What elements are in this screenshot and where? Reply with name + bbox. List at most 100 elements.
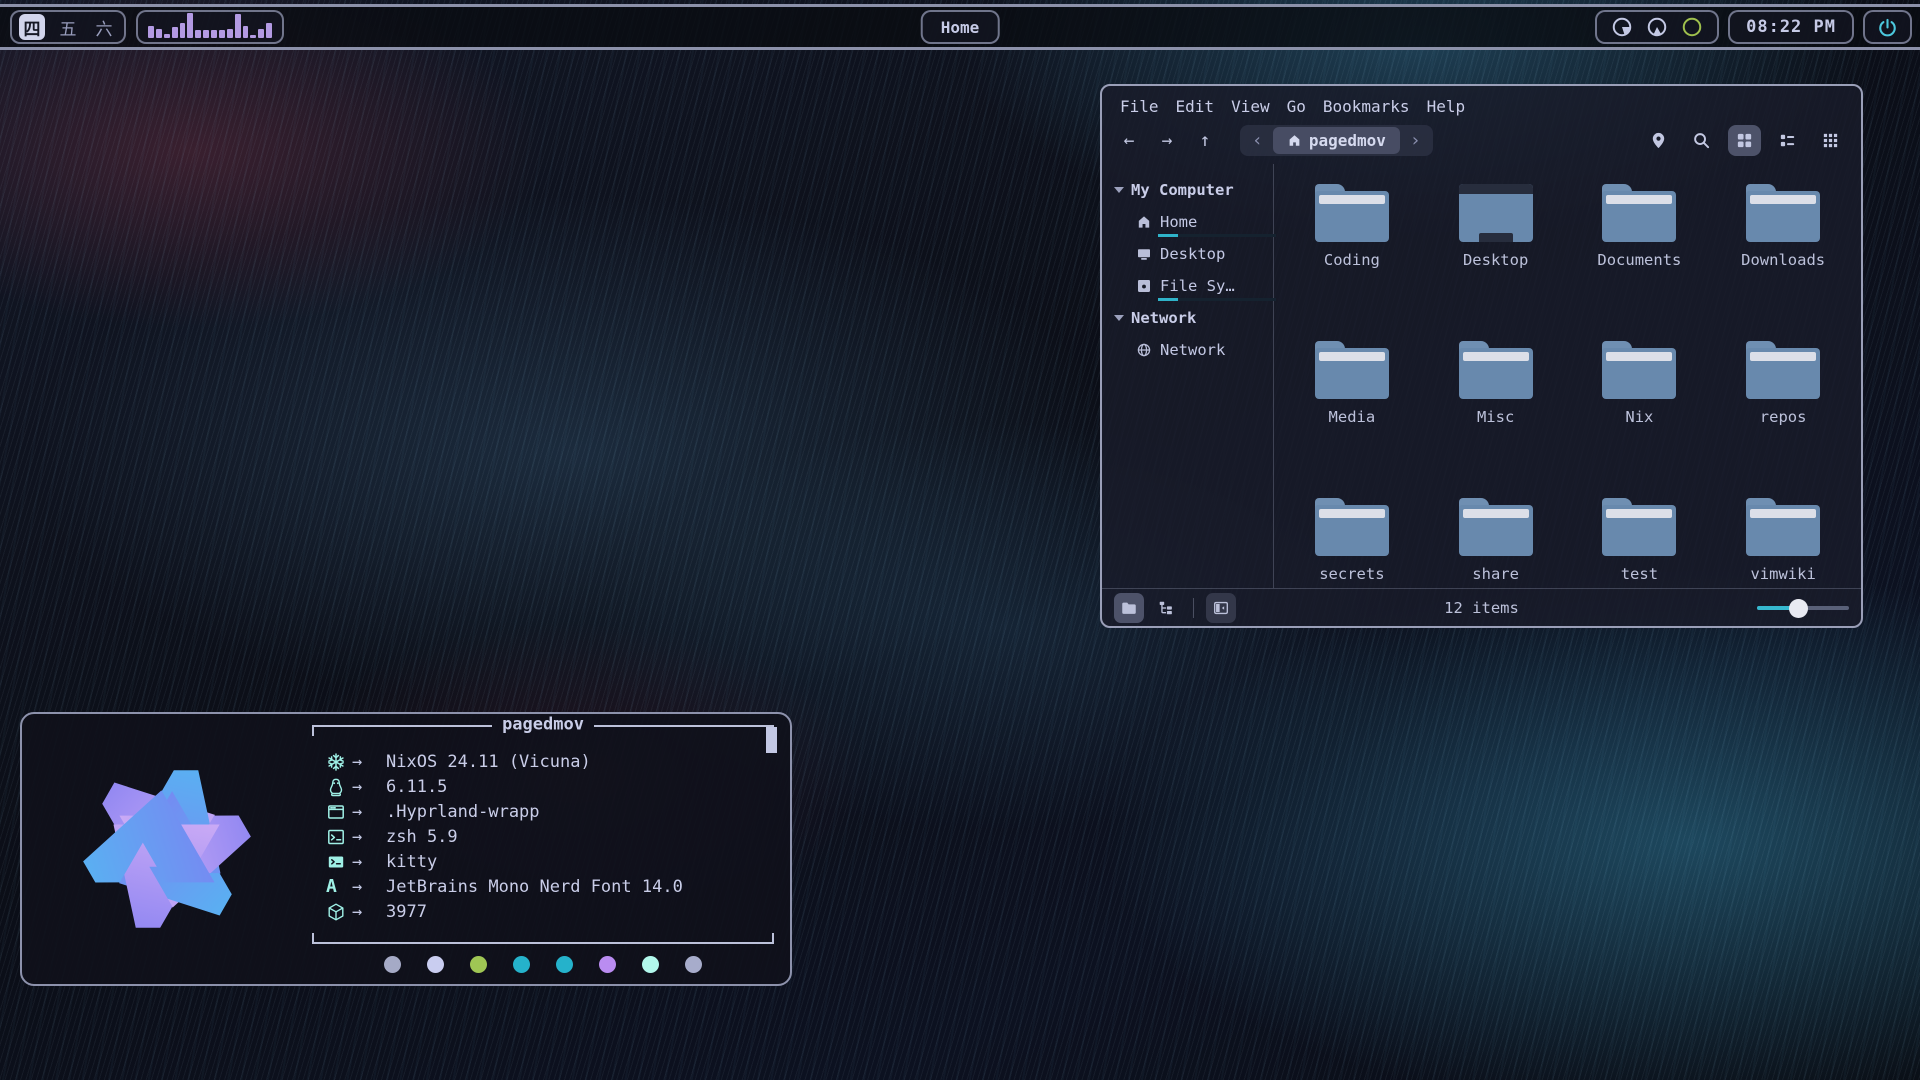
viz-bar xyxy=(148,26,154,38)
sidebar-section-header[interactable]: Network xyxy=(1114,302,1273,334)
menu-help[interactable]: Help xyxy=(1427,97,1466,116)
panel-toggle-icon xyxy=(1212,599,1230,617)
list-view-button[interactable] xyxy=(1771,125,1804,156)
folder-item-share[interactable]: share xyxy=(1424,498,1568,588)
chevron-down-icon xyxy=(1114,315,1124,321)
viz-bar xyxy=(235,14,241,38)
fetch-row: →3977 xyxy=(326,899,760,924)
drive-icon xyxy=(1136,278,1152,294)
arrow-icon: → xyxy=(352,852,386,872)
folder-item-coding[interactable]: Coding xyxy=(1280,184,1424,341)
sidebar-item-label: Network xyxy=(1160,341,1225,359)
places-button[interactable] xyxy=(1642,125,1675,156)
folder-item-media[interactable]: Media xyxy=(1280,341,1424,498)
folder-item-misc[interactable]: Misc xyxy=(1424,341,1568,498)
folder-item-documents[interactable]: Documents xyxy=(1568,184,1712,341)
disk-usage-bar xyxy=(1158,298,1276,301)
path-scroll-right-icon[interactable]: › xyxy=(1402,130,1429,151)
terminal-color-palette xyxy=(312,956,774,973)
folder-label: Media xyxy=(1329,408,1376,426)
sidebar-item-desktop[interactable]: Desktop xyxy=(1136,238,1273,270)
menu-edit[interactable]: Edit xyxy=(1176,97,1215,116)
viz-bar xyxy=(211,30,217,38)
folder-item-test[interactable]: test xyxy=(1568,498,1712,588)
active-window-label: Home xyxy=(941,18,980,37)
forward-button[interactable]: → xyxy=(1154,130,1180,151)
globe-icon xyxy=(1136,342,1152,358)
show-tree-button[interactable] xyxy=(1151,593,1181,623)
nixos-logo xyxy=(48,730,286,968)
path-tab-home[interactable]: pagedmov xyxy=(1273,127,1400,154)
sidebar-item-network[interactable]: Network xyxy=(1136,334,1273,366)
icon-view-button[interactable] xyxy=(1728,125,1761,156)
sidebar-item-filesy[interactable]: File Sy… xyxy=(1136,270,1273,302)
power-icon xyxy=(1877,17,1898,38)
fetch-value: NixOS 24.11 (Vicuna) xyxy=(386,752,591,772)
palette-dot xyxy=(384,956,401,973)
fetch-value: .Hyprland-wrapp xyxy=(386,802,540,822)
chevron-down-icon xyxy=(1114,187,1124,193)
power-button[interactable] xyxy=(1863,10,1912,44)
folder-label: Documents xyxy=(1597,251,1681,269)
memory-usage-circle-icon xyxy=(1646,16,1668,38)
arrow-icon: → xyxy=(352,827,386,847)
path-bar: ‹ pagedmov › xyxy=(1240,125,1433,156)
viz-bar xyxy=(250,35,256,38)
sidebar-item-label: Home xyxy=(1160,213,1197,231)
slider-thumb[interactable] xyxy=(1789,599,1808,618)
fetch-rows: →NixOS 24.11 (Vicuna)→6.11.5→.Hyprland-w… xyxy=(312,742,774,933)
system-monitor-widget[interactable] xyxy=(1595,10,1719,44)
folder-icon xyxy=(1602,341,1676,399)
folder-icon xyxy=(1459,341,1533,399)
compact-view-button[interactable] xyxy=(1814,125,1847,156)
fetch-box-bottom xyxy=(312,933,774,944)
sidebar-item-home[interactable]: Home xyxy=(1136,206,1273,238)
sidebar-section-label: My Computer xyxy=(1131,181,1234,199)
folder-grid: CodingDesktop Documents Downloads Media Misc… xyxy=(1274,164,1861,588)
sidebar: My ComputerHomeDesktopFile Sy…NetworkNet… xyxy=(1102,164,1274,588)
terminal-window: pagedmov →NixOS 24.11 (Vicuna)→6.11.5→.H… xyxy=(20,712,792,986)
path-label: pagedmov xyxy=(1309,131,1386,150)
folder-icon xyxy=(1315,341,1389,399)
palette-dot xyxy=(513,956,530,973)
workspace-button[interactable]: 四 xyxy=(19,14,45,40)
folder-item-downloads[interactable]: Downloads xyxy=(1711,184,1855,341)
folder-item-vimwiki[interactable]: vimwiki xyxy=(1711,498,1855,588)
topbar-center-group: Home xyxy=(921,10,1000,44)
zoom-slider[interactable] xyxy=(1757,599,1849,617)
path-scroll-left-icon[interactable]: ‹ xyxy=(1244,130,1271,151)
back-button[interactable]: ← xyxy=(1116,130,1142,151)
menu-bar: File Edit View Go Bookmarks Help xyxy=(1102,86,1861,120)
fetch-value: 3977 xyxy=(386,902,427,922)
menu-go[interactable]: Go xyxy=(1287,97,1306,116)
workspace-button[interactable]: 五 xyxy=(55,14,81,40)
folder-item-desktop[interactable]: Desktop xyxy=(1424,184,1568,341)
folder-item-nix[interactable]: Nix xyxy=(1568,341,1712,498)
folder-item-secrets[interactable]: secrets xyxy=(1280,498,1424,588)
top-bar: 四五六 Home 08:22 PM xyxy=(0,4,1920,50)
workspace-button[interactable]: 六 xyxy=(91,14,117,40)
folder-item-repos[interactable]: repos xyxy=(1711,341,1855,498)
clock-widget: 08:22 PM xyxy=(1728,10,1854,44)
viz-bar xyxy=(172,27,178,38)
menu-view[interactable]: View xyxy=(1231,97,1270,116)
show-places-button[interactable] xyxy=(1114,593,1144,623)
menu-bookmarks[interactable]: Bookmarks xyxy=(1323,97,1410,116)
active-window-title: Home xyxy=(921,10,1000,44)
menu-file[interactable]: File xyxy=(1120,97,1159,116)
sidebar-section-header[interactable]: My Computer xyxy=(1114,174,1273,206)
search-button[interactable] xyxy=(1685,125,1718,156)
folder-label: share xyxy=(1472,565,1519,583)
viz-bar xyxy=(258,29,264,38)
viz-bar xyxy=(227,29,233,38)
cube-icon xyxy=(326,902,352,922)
disk-usage-circle-icon xyxy=(1611,16,1633,38)
toggle-sidebar-button[interactable] xyxy=(1206,593,1236,623)
view-tools xyxy=(1642,125,1847,156)
tux-icon xyxy=(326,777,352,797)
cube-icon xyxy=(326,902,346,922)
fetch-value: JetBrains Mono Nerd Font 14.0 xyxy=(386,877,683,897)
viz-bar xyxy=(266,23,272,38)
up-button[interactable]: ↑ xyxy=(1192,130,1218,151)
location-pin-icon xyxy=(1649,131,1668,150)
